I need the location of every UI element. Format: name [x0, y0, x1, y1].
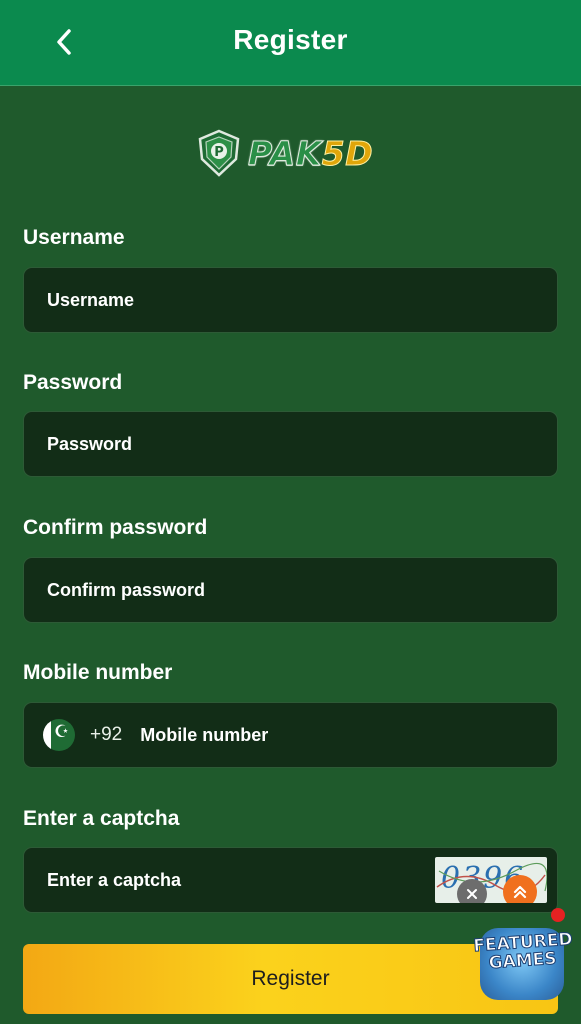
captcha-label: Enter a captcha [23, 807, 180, 830]
notification-dot [551, 908, 565, 922]
captcha-input[interactable] [47, 869, 347, 891]
close-float-button[interactable] [457, 879, 487, 903]
app-header: Register [0, 0, 581, 86]
mobile-number-field[interactable]: +92 [23, 702, 558, 768]
country-dial-code[interactable]: +92 [90, 724, 122, 746]
username-label: Username [23, 226, 125, 249]
password-field[interactable] [23, 411, 558, 477]
username-input[interactable] [47, 289, 407, 311]
mobile-number-label: Mobile number [23, 661, 173, 684]
captcha-image[interactable]: 0396 [435, 857, 547, 903]
brand-letters: PAK [248, 133, 322, 173]
password-label: Password [23, 371, 123, 394]
username-field[interactable] [23, 267, 558, 333]
pakistan-flag-icon[interactable] [43, 719, 75, 751]
brand-number: 5D [321, 133, 374, 173]
confirm-password-label: Confirm password [23, 516, 208, 539]
captcha-field[interactable]: 0396 [23, 847, 558, 913]
password-input[interactable] [47, 433, 407, 455]
brand-name: PAK5D [248, 133, 374, 173]
close-icon [467, 889, 477, 899]
confirm-password-input[interactable] [47, 579, 407, 601]
brand-logo: P PAK5D [196, 128, 376, 178]
svg-text:P: P [214, 145, 224, 160]
double-chevron-up-icon [513, 885, 527, 899]
scroll-top-button[interactable] [503, 875, 537, 903]
mobile-number-input[interactable] [140, 724, 441, 746]
shield-emblem-icon: P [198, 129, 240, 177]
confirm-password-field[interactable] [23, 557, 558, 623]
featured-games-badge[interactable]: FEATURED GAMES [470, 908, 574, 1008]
page-title: Register [233, 24, 348, 55]
featured-games-text: FEATURED GAMES [472, 929, 573, 974]
